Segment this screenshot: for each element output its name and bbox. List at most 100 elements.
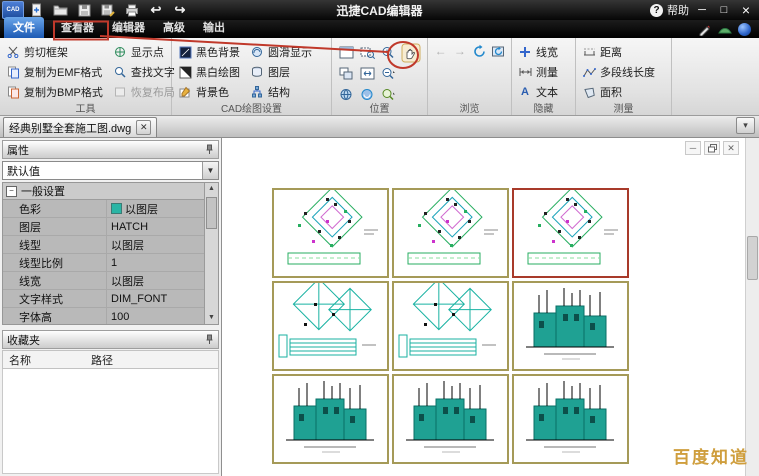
property-value[interactable]: HATCH [106, 218, 218, 235]
tab-editor[interactable]: 编辑器 [103, 17, 154, 38]
favorites-panel-header: 收藏夹 [2, 330, 219, 349]
property-row-1[interactable]: 色彩以图层 [3, 200, 218, 218]
drawing-thumbnail-7[interactable] [272, 374, 389, 464]
zoom-window-icon[interactable] [357, 42, 377, 62]
find-text-button[interactable]: 查找文字 [111, 62, 177, 82]
property-row-2[interactable]: 图层HATCH [3, 218, 218, 236]
document-tab[interactable]: 经典别墅全套施工图.dwg ✕ [3, 117, 157, 137]
tab-viewer[interactable]: 查看器 [52, 17, 103, 38]
show-point-button[interactable]: 显示点 [111, 42, 177, 62]
favorites-col-name[interactable]: 名称 [3, 352, 91, 368]
property-value[interactable]: 以图层 [106, 200, 218, 217]
copy-emf-button[interactable]: 复制为EMF格式 [4, 62, 105, 82]
browser-icon[interactable] [738, 23, 751, 36]
property-section-row[interactable]: − 一般设置 [3, 183, 218, 200]
new-file-icon[interactable] [26, 2, 46, 18]
hide-measure-button[interactable]: 测量 [516, 62, 571, 82]
drawing-thumbnail-4[interactable] [272, 281, 389, 371]
drawing-thumbnail-9[interactable] [512, 374, 629, 464]
copy-bmp-button[interactable]: 复制为BMP格式 [4, 82, 105, 102]
drawing-canvas[interactable]: ─ ✕ ◂ 百度知道 [223, 138, 759, 476]
close-button[interactable]: × [737, 3, 755, 17]
measure-area-button[interactable]: 面积 [580, 82, 667, 102]
preset-dropdown[interactable]: 默认值 ▼ [2, 161, 219, 180]
pin-icon[interactable] [205, 144, 214, 155]
tile-windows-icon[interactable] [336, 63, 356, 83]
drawing-thumbnail-2[interactable] [392, 188, 509, 278]
drawing-thumbnail-6[interactable] [512, 281, 629, 371]
bg-color-button[interactable]: 背景色 [176, 82, 242, 102]
drawing-thumbnail-1[interactable] [272, 188, 389, 278]
measure-ruler-icon [518, 65, 532, 79]
property-row-6[interactable]: 文字样式DIM_FONT [3, 290, 218, 308]
save-as-icon[interactable] [98, 2, 118, 18]
drawing-thumbnail-3-selected[interactable] [512, 188, 629, 278]
group-label-measure: 测量 [576, 100, 671, 115]
regen-icon[interactable] [490, 44, 507, 59]
property-value[interactable]: 以图层 [106, 236, 218, 253]
smooth-display-button[interactable]: 圆滑显示 [248, 42, 314, 62]
layers-label: 图层 [268, 64, 290, 80]
save-icon[interactable] [74, 2, 94, 18]
minimize-button[interactable]: ─ [693, 3, 711, 17]
collapse-section-icon[interactable]: − [6, 186, 17, 197]
favorites-col-path[interactable]: 路径 [91, 352, 113, 368]
previous-view-icon[interactable] [336, 42, 356, 62]
canvas-scrollbar-thumb[interactable] [747, 236, 758, 280]
maximize-button[interactable]: □ [715, 3, 733, 17]
property-row-3[interactable]: 线型以图层 [3, 236, 218, 254]
mdi-minimize-icon[interactable]: ─ [685, 141, 701, 155]
tab-output[interactable]: 输出 [194, 17, 234, 38]
help-label[interactable]: 帮助 [667, 2, 689, 18]
chevron-down-icon[interactable]: ▼ [202, 162, 218, 179]
fit-extents-icon[interactable] [357, 63, 377, 83]
document-tab-close-icon[interactable]: ✕ [136, 120, 151, 135]
property-row-5[interactable]: 线宽以图层 [3, 272, 218, 290]
open-folder-icon[interactable] [50, 2, 70, 18]
theme-icon[interactable] [718, 25, 732, 35]
tab-advanced[interactable]: 高级 [154, 17, 194, 38]
property-value[interactable]: DIM_FONT [106, 290, 218, 307]
scrollbar-thumb[interactable] [206, 197, 217, 229]
drawing-thumbnail-8[interactable] [392, 374, 509, 464]
measure-polyline-button[interactable]: 多段线长度 [580, 62, 667, 82]
pan-hand-button[interactable] [400, 42, 422, 64]
mdi-restore-icon[interactable] [704, 141, 720, 155]
pin-icon[interactable] [205, 334, 214, 345]
scroll-up-icon[interactable]: ▲ [205, 183, 218, 195]
undo-icon[interactable]: ↩ [146, 2, 166, 18]
structure-button[interactable]: 结构 [248, 82, 314, 102]
help-icon[interactable]: ? [650, 4, 663, 17]
print-icon[interactable] [122, 2, 142, 18]
scroll-down-icon[interactable]: ▼ [205, 312, 218, 324]
bw-draw-icon [178, 65, 192, 79]
property-value[interactable]: 1 [106, 254, 218, 271]
property-row-4[interactable]: 线型比例1 [3, 254, 218, 272]
property-row-7[interactable]: 字体高100 [3, 308, 218, 325]
pen-style-icon[interactable] [698, 24, 712, 36]
zoom-out-icon[interactable] [378, 63, 398, 83]
drawing-thumbnail-5[interactable] [392, 281, 509, 371]
black-bg-button[interactable]: 黑色背景 [176, 42, 242, 62]
property-value[interactable]: 100 [106, 308, 218, 325]
group-label-cad-settings: CAD绘图设置 [172, 100, 331, 115]
measure-distance-button[interactable]: 距离 [580, 42, 667, 62]
refresh-icon[interactable] [471, 44, 488, 59]
mdi-window-controls: ─ ✕ [685, 141, 739, 155]
property-value[interactable]: 以图层 [106, 272, 218, 289]
canvas-scrollbar[interactable] [745, 138, 759, 476]
window-list-button[interactable]: ▾ [736, 117, 755, 134]
property-label: 线宽 [3, 272, 106, 289]
cut-frame-button[interactable]: 剪切框架 [4, 42, 105, 62]
zoom-in-icon[interactable] [378, 42, 398, 62]
layers-button[interactable]: 图层 [248, 62, 314, 82]
hide-linewidth-label: 线宽 [536, 44, 558, 60]
hide-text-button[interactable]: A 文本 [516, 82, 571, 102]
tab-file[interactable]: 文件 [4, 17, 44, 38]
property-grid-scrollbar[interactable]: ▲ ▼ [204, 183, 218, 324]
mdi-close-icon[interactable]: ✕ [723, 141, 739, 155]
bw-draw-button[interactable]: 黑白绘图 [176, 62, 242, 82]
redo-icon[interactable]: ↪ [170, 2, 190, 18]
hide-linewidth-button[interactable]: 线宽 [516, 42, 571, 62]
favorites-list[interactable] [2, 369, 219, 474]
